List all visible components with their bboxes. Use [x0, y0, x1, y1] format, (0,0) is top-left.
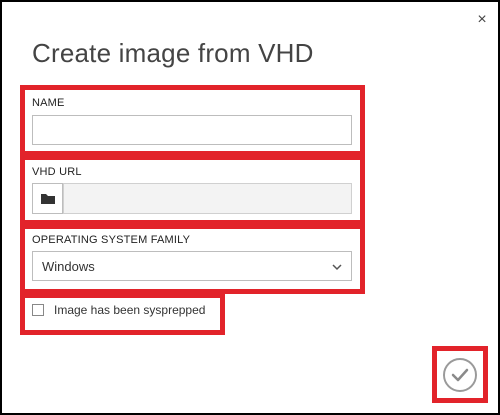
ok-button[interactable] [443, 358, 477, 392]
os-family-select[interactable]: Windows [32, 251, 352, 281]
dialog-title: Create image from VHD [32, 38, 314, 68]
os-family-selected-value: Windows [42, 259, 95, 274]
sysprepped-checkbox[interactable] [32, 304, 44, 316]
name-label: NAME [32, 97, 65, 109]
name-input[interactable] [32, 115, 352, 145]
folder-icon [41, 194, 55, 204]
sysprepped-label: Image has been sysprepped [54, 303, 206, 317]
browse-storage-button[interactable] [32, 183, 63, 214]
vhd-url-label: VHD URL [32, 166, 82, 178]
chevron-down-icon [332, 264, 342, 271]
os-family-label: OPERATING SYSTEM FAMILY [32, 234, 191, 246]
close-icon[interactable]: × [472, 10, 492, 30]
vhd-url-input[interactable] [63, 183, 352, 214]
create-image-dialog: × Create image from VHD NAME VHD URL OPE… [0, 0, 500, 415]
checkmark-icon [451, 368, 469, 382]
